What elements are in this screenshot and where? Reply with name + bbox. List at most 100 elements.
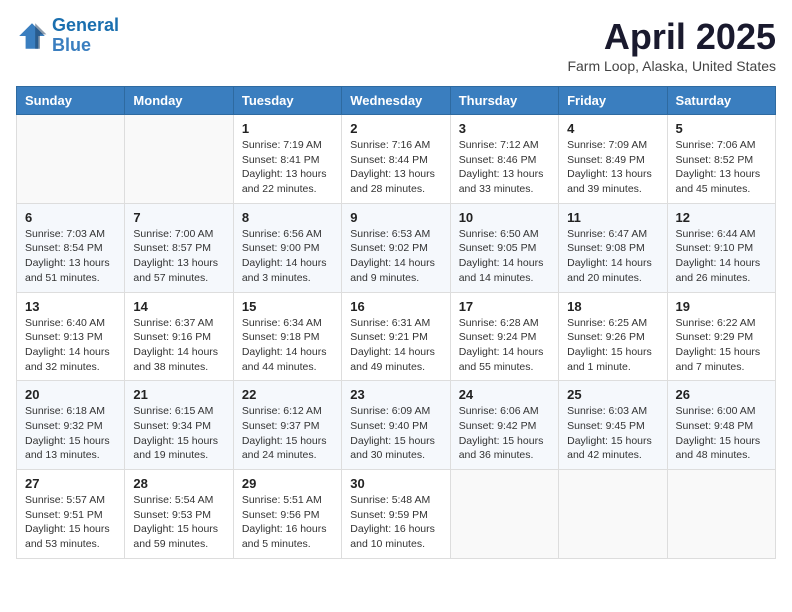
calendar-cell [17, 115, 125, 204]
day-number: 21 [133, 387, 224, 402]
day-info: Sunrise: 7:06 AM Sunset: 8:52 PM Dayligh… [676, 138, 767, 197]
logo-text-line2: Blue [52, 36, 119, 56]
calendar-cell: 16 Sunrise: 6:31 AM Sunset: 9:21 PM Dayli… [342, 292, 450, 381]
calendar-cell: 22 Sunrise: 6:12 AM Sunset: 9:37 PM Dayli… [233, 381, 341, 470]
calendar-cell: 24 Sunrise: 6:06 AM Sunset: 9:42 PM Dayli… [450, 381, 558, 470]
day-number: 7 [133, 210, 224, 225]
calendar-title: April 2025 [567, 16, 776, 58]
day-info: Sunrise: 6:56 AM Sunset: 9:00 PM Dayligh… [242, 227, 333, 286]
day-info: Sunrise: 7:19 AM Sunset: 8:41 PM Dayligh… [242, 138, 333, 197]
day-info: Sunrise: 6:50 AM Sunset: 9:05 PM Dayligh… [459, 227, 550, 286]
calendar-cell: 7 Sunrise: 7:00 AM Sunset: 8:57 PM Daylig… [125, 203, 233, 292]
calendar-cell [559, 470, 667, 559]
calendar-cell: 6 Sunrise: 7:03 AM Sunset: 8:54 PM Daylig… [17, 203, 125, 292]
day-info: Sunrise: 5:51 AM Sunset: 9:56 PM Dayligh… [242, 493, 333, 552]
calendar-cell: 18 Sunrise: 6:25 AM Sunset: 9:26 PM Dayli… [559, 292, 667, 381]
day-info: Sunrise: 6:18 AM Sunset: 9:32 PM Dayligh… [25, 404, 116, 463]
day-number: 9 [350, 210, 441, 225]
calendar-cell: 19Sunrise: 6:22 AM Sunset: 9:29 PM Dayli… [667, 292, 775, 381]
calendar-cell: 14Sunrise: 6:37 AM Sunset: 9:16 PM Dayli… [125, 292, 233, 381]
day-number: 28 [133, 476, 224, 491]
calendar-cell: 29Sunrise: 5:51 AM Sunset: 9:56 PM Dayli… [233, 470, 341, 559]
day-number: 11 [567, 210, 658, 225]
day-number: 14 [133, 299, 224, 314]
day-info: Sunrise: 6:06 AM Sunset: 9:42 PM Dayligh… [459, 404, 550, 463]
calendar-cell: 25 Sunrise: 6:03 AM Sunset: 9:45 PM Dayli… [559, 381, 667, 470]
calendar-cell: 13 Sunrise: 6:40 AM Sunset: 9:13 PM Dayli… [17, 292, 125, 381]
day-number: 5 [676, 121, 767, 136]
calendar-cell: 30Sunrise: 5:48 AM Sunset: 9:59 PM Dayli… [342, 470, 450, 559]
day-info: Sunrise: 6:53 AM Sunset: 9:02 PM Dayligh… [350, 227, 441, 286]
day-info: Sunrise: 7:00 AM Sunset: 8:57 PM Dayligh… [133, 227, 224, 286]
day-info: Sunrise: 7:03 AM Sunset: 8:54 PM Dayligh… [25, 227, 116, 286]
calendar-cell: 3 Sunrise: 7:12 AM Sunset: 8:46 PM Daylig… [450, 115, 558, 204]
day-number: 30 [350, 476, 441, 491]
day-info: Sunrise: 7:09 AM Sunset: 8:49 PM Dayligh… [567, 138, 658, 197]
calendar-subtitle: Farm Loop, Alaska, United States [567, 58, 776, 74]
day-number: 13 [25, 299, 116, 314]
day-header-monday: Monday [125, 87, 233, 115]
day-number: 27 [25, 476, 116, 491]
calendar-cell: 12 Sunrise: 6:44 AM Sunset: 9:10 PM Dayli… [667, 203, 775, 292]
calendar-cell: 27 Sunrise: 5:57 AM Sunset: 9:51 PM Dayli… [17, 470, 125, 559]
calendar-cell: 2Sunrise: 7:16 AM Sunset: 8:44 PM Daylig… [342, 115, 450, 204]
day-number: 25 [567, 387, 658, 402]
day-info: Sunrise: 6:25 AM Sunset: 9:26 PM Dayligh… [567, 316, 658, 375]
day-info: Sunrise: 6:12 AM Sunset: 9:37 PM Dayligh… [242, 404, 333, 463]
day-number: 8 [242, 210, 333, 225]
calendar-cell: 4Sunrise: 7:09 AM Sunset: 8:49 PM Daylig… [559, 115, 667, 204]
day-number: 19 [676, 299, 767, 314]
day-number: 6 [25, 210, 116, 225]
day-number: 18 [567, 299, 658, 314]
day-info: Sunrise: 6:09 AM Sunset: 9:40 PM Dayligh… [350, 404, 441, 463]
calendar-cell: 21 Sunrise: 6:15 AM Sunset: 9:34 PM Dayli… [125, 381, 233, 470]
calendar-cell: 9 Sunrise: 6:53 AM Sunset: 9:02 PM Daylig… [342, 203, 450, 292]
day-info: Sunrise: 6:40 AM Sunset: 9:13 PM Dayligh… [25, 316, 116, 375]
day-info: Sunrise: 6:00 AM Sunset: 9:48 PM Dayligh… [676, 404, 767, 463]
calendar-table: SundayMondayTuesdayWednesdayThursdayFrid… [16, 86, 776, 559]
day-info: Sunrise: 6:03 AM Sunset: 9:45 PM Dayligh… [567, 404, 658, 463]
day-number: 23 [350, 387, 441, 402]
day-info: Sunrise: 6:31 AM Sunset: 9:21 PM Dayligh… [350, 316, 441, 375]
logo-icon [16, 20, 48, 52]
day-number: 3 [459, 121, 550, 136]
day-info: Sunrise: 5:57 AM Sunset: 9:51 PM Dayligh… [25, 493, 116, 552]
calendar-cell: 15Sunrise: 6:34 AM Sunset: 9:18 PM Dayli… [233, 292, 341, 381]
day-header-wednesday: Wednesday [342, 87, 450, 115]
calendar-week-4: 20 Sunrise: 6:18 AM Sunset: 9:32 PM Dayli… [17, 381, 776, 470]
day-info: Sunrise: 7:12 AM Sunset: 8:46 PM Dayligh… [459, 138, 550, 197]
day-header-saturday: Saturday [667, 87, 775, 115]
day-number: 16 [350, 299, 441, 314]
day-header-sunday: Sunday [17, 87, 125, 115]
day-info: Sunrise: 6:34 AM Sunset: 9:18 PM Dayligh… [242, 316, 333, 375]
day-number: 20 [25, 387, 116, 402]
day-number: 22 [242, 387, 333, 402]
day-number: 24 [459, 387, 550, 402]
title-area: April 2025 Farm Loop, Alaska, United Sta… [567, 16, 776, 74]
day-info: Sunrise: 6:44 AM Sunset: 9:10 PM Dayligh… [676, 227, 767, 286]
day-info: Sunrise: 6:15 AM Sunset: 9:34 PM Dayligh… [133, 404, 224, 463]
calendar-cell: 28 Sunrise: 5:54 AM Sunset: 9:53 PM Dayli… [125, 470, 233, 559]
calendar-cell: 1 Sunrise: 7:19 AM Sunset: 8:41 PM Daylig… [233, 115, 341, 204]
day-number: 1 [242, 121, 333, 136]
calendar-cell [667, 470, 775, 559]
day-info: Sunrise: 6:28 AM Sunset: 9:24 PM Dayligh… [459, 316, 550, 375]
day-number: 26 [676, 387, 767, 402]
day-number: 17 [459, 299, 550, 314]
logo: General Blue [16, 16, 119, 56]
calendar-cell [450, 470, 558, 559]
calendar-week-2: 6 Sunrise: 7:03 AM Sunset: 8:54 PM Daylig… [17, 203, 776, 292]
logo-text-line1: General [52, 16, 119, 36]
calendar-cell: 5 Sunrise: 7:06 AM Sunset: 8:52 PM Daylig… [667, 115, 775, 204]
calendar-cell: 11Sunrise: 6:47 AM Sunset: 9:08 PM Dayli… [559, 203, 667, 292]
day-info: Sunrise: 5:54 AM Sunset: 9:53 PM Dayligh… [133, 493, 224, 552]
day-info: Sunrise: 7:16 AM Sunset: 8:44 PM Dayligh… [350, 138, 441, 197]
header: General Blue April 2025 Farm Loop, Alask… [16, 16, 776, 74]
day-header-tuesday: Tuesday [233, 87, 341, 115]
calendar-cell: 20 Sunrise: 6:18 AM Sunset: 9:32 PM Dayli… [17, 381, 125, 470]
calendar-cell: 26 Sunrise: 6:00 AM Sunset: 9:48 PM Dayli… [667, 381, 775, 470]
day-header-thursday: Thursday [450, 87, 558, 115]
day-number: 10 [459, 210, 550, 225]
calendar-cell: 17 Sunrise: 6:28 AM Sunset: 9:24 PM Dayli… [450, 292, 558, 381]
day-number: 12 [676, 210, 767, 225]
